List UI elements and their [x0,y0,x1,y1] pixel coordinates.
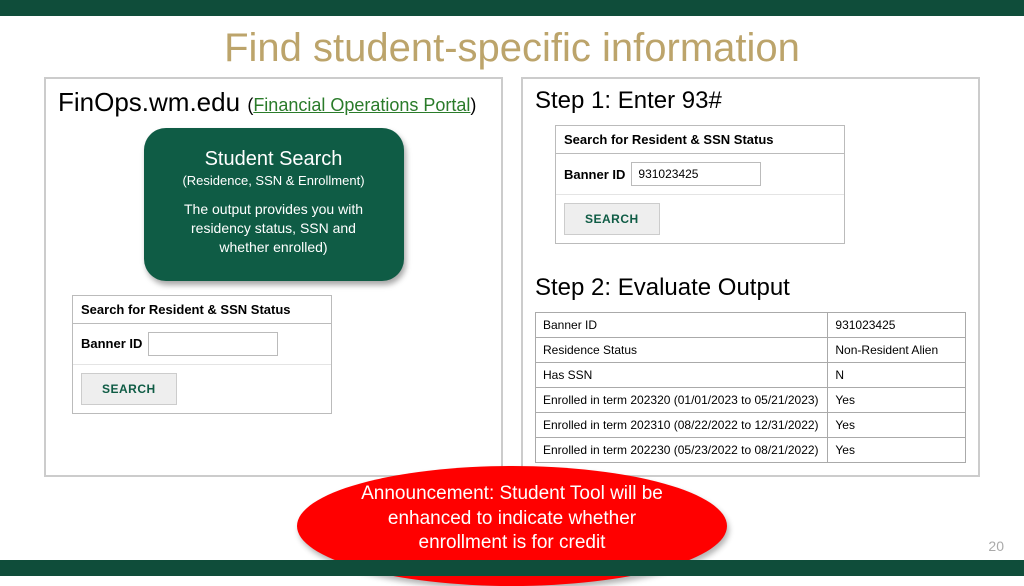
result-key: Has SSN [536,363,828,388]
finops-heading: FinOps.wm.edu (Financial Operations Port… [58,87,489,118]
result-value: Yes [828,388,966,413]
result-key: Enrolled in term 202310 (08/22/2022 to 1… [536,413,828,438]
search-button-right[interactable]: SEARCH [564,203,660,235]
bannerid-label: Banner ID [81,336,142,351]
table-row: Enrolled in term 202310 (08/22/2022 to 1… [536,413,966,438]
bottom-accent-bar [0,560,1024,576]
result-value: 931023425 [828,313,966,338]
result-key: Enrolled in term 202320 (01/01/2023 to 0… [536,388,828,413]
result-table: Banner ID931023425Residence StatusNon-Re… [535,312,966,463]
search-button-left[interactable]: SEARCH [81,373,177,405]
table-row: Has SSNN [536,363,966,388]
result-value: N [828,363,966,388]
search-widget-head: Search for Resident & SSN Status [73,296,331,324]
table-row: Enrolled in term 202230 (05/23/2022 to 0… [536,438,966,463]
slide-title: Find student-specific information [0,26,1024,71]
finops-site: FinOps.wm.edu [58,87,240,117]
badge-subtitle: (Residence, SSN & Enrollment) [162,173,386,188]
result-value: Yes [828,438,966,463]
step2-heading: Step 2: Evaluate Output [535,274,966,302]
badge-body: The output provides you with residency s… [162,200,386,257]
result-key: Banner ID [536,313,828,338]
student-search-badge: Student Search (Residence, SSN & Enrollm… [144,128,404,281]
step1-heading: Step 1: Enter 93# [535,87,966,115]
right-panel: Step 1: Enter 93# Search for Resident & … [521,77,980,477]
financial-operations-portal-link[interactable]: Financial Operations Portal [253,95,470,115]
bannerid-input-left[interactable] [148,332,278,356]
top-accent-bar [0,0,1024,16]
paren-close: ) [470,95,476,115]
table-row: Banner ID931023425 [536,313,966,338]
page-number: 20 [988,538,1004,554]
badge-title: Student Search [162,148,386,171]
left-panel: FinOps.wm.edu (Financial Operations Port… [44,77,503,477]
table-row: Residence StatusNon-Resident Alien [536,338,966,363]
bannerid-label-right: Banner ID [564,167,625,182]
table-row: Enrolled in term 202320 (01/01/2023 to 0… [536,388,966,413]
bannerid-input-right[interactable] [631,162,761,186]
search-widget-left: Search for Resident & SSN Status Banner … [72,295,332,414]
search-widget-head-right: Search for Resident & SSN Status [556,126,844,154]
search-widget-right: Search for Resident & SSN Status Banner … [555,125,845,244]
result-value: Non-Resident Alien [828,338,966,363]
result-value: Yes [828,413,966,438]
result-key: Enrolled in term 202230 (05/23/2022 to 0… [536,438,828,463]
result-key: Residence Status [536,338,828,363]
